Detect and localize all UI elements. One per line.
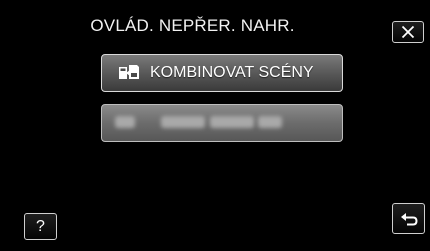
combine-scenes-icon — [116, 62, 142, 84]
menu-item-label: KOMBINOVAT SCÉNY — [150, 64, 314, 81]
return-arrow-icon — [400, 212, 417, 225]
disabled-item-text-3 — [258, 116, 282, 128]
page-title: OVLÁD. NEPŘER. NAHR. — [90, 16, 295, 35]
disabled-item-text-1 — [161, 116, 205, 128]
menu-item-combine-scenes[interactable]: KOMBINOVAT SCÉNY — [101, 54, 343, 92]
camera-menu-screen: OVLÁD. NEPŘER. NAHR. KOMBINOVAT SCÉNY ? — [0, 0, 430, 251]
close-icon — [401, 25, 415, 39]
close-button[interactable] — [392, 21, 424, 43]
help-button[interactable]: ? — [24, 213, 57, 240]
disabled-item-icon — [115, 116, 135, 128]
back-button[interactable] — [392, 203, 425, 234]
help-label: ? — [36, 217, 45, 235]
disabled-item-text-2 — [210, 116, 254, 128]
